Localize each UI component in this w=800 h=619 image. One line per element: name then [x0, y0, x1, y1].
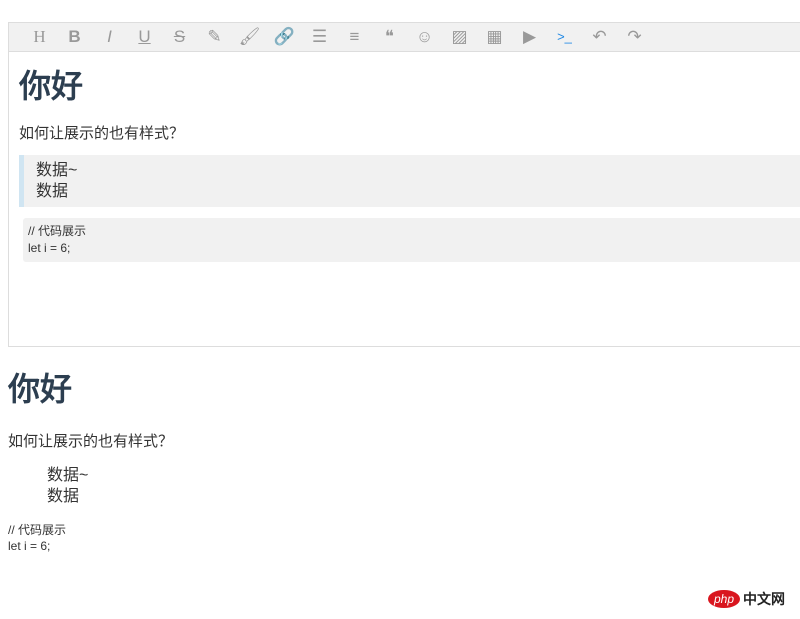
editor-heading: 你好 [19, 68, 84, 104]
editor-area[interactable]: 你好 如何让展示的也有样式？ 数据~ 数据 // 代码展示 let i = 6; [8, 52, 800, 347]
link-icon[interactable]: 🔗 [267, 23, 302, 51]
quote-line: 数据 [47, 488, 80, 505]
code-line: // 代码展示 [28, 224, 87, 238]
preview-area: 你好 如何让展示的也有样式？ 数据~ 数据 // 代码展示 let i = 6; [8, 368, 800, 554]
editor-blockquote: 数据~ 数据 [19, 155, 800, 207]
bold-icon[interactable]: B [57, 23, 92, 51]
code-icon[interactable]: >_ [547, 23, 582, 51]
editor-toolbar: H B I U S ✎ 🖌 🔗 ☰ ≡ ❝ ☺ ▨ ▦ ▶ >_ ↶ ↷ [8, 22, 800, 52]
brush-icon[interactable]: 🖌 [232, 23, 267, 51]
undo-icon[interactable]: ↶ [582, 23, 617, 51]
align-icon[interactable]: ≡ [337, 23, 372, 51]
strikethrough-icon[interactable]: S [162, 23, 197, 51]
image-icon[interactable]: ▨ [442, 23, 477, 51]
preview-code-block: // 代码展示 let i = 6; [8, 522, 800, 554]
italic-icon[interactable]: I [92, 23, 127, 51]
php-cn-watermark: php 中文网 [708, 589, 785, 609]
code-line: // 代码展示 [8, 523, 67, 537]
emoji-icon[interactable]: ☺ [407, 23, 442, 51]
watermark-cn: 中文网 [743, 591, 786, 607]
watermark-php: php [708, 590, 741, 608]
editor-paragraph: 如何让展示的也有样式？ [19, 125, 185, 142]
heading-icon[interactable]: H [22, 23, 57, 51]
code-line: let i = 6; [8, 539, 51, 553]
list-icon[interactable]: ☰ [302, 23, 337, 51]
redo-icon[interactable]: ↷ [617, 23, 652, 51]
quote-icon[interactable]: ❝ [372, 23, 407, 51]
underline-icon[interactable]: U [127, 23, 162, 51]
editor-code-block: // 代码展示 let i = 6; [23, 218, 800, 262]
video-icon[interactable]: ▶ [512, 23, 547, 51]
preview-heading: 你好 [8, 371, 73, 407]
quote-line: 数据~ [47, 467, 89, 484]
table-icon[interactable]: ▦ [477, 23, 512, 51]
code-line: let i = 6; [28, 241, 71, 255]
pen-icon[interactable]: ✎ [197, 23, 232, 51]
preview-blockquote: 数据~ 数据 [47, 465, 800, 507]
preview-paragraph: 如何让展示的也有样式？ [8, 433, 174, 450]
quote-line: 数据~ [36, 162, 78, 179]
quote-line: 数据 [36, 183, 69, 200]
